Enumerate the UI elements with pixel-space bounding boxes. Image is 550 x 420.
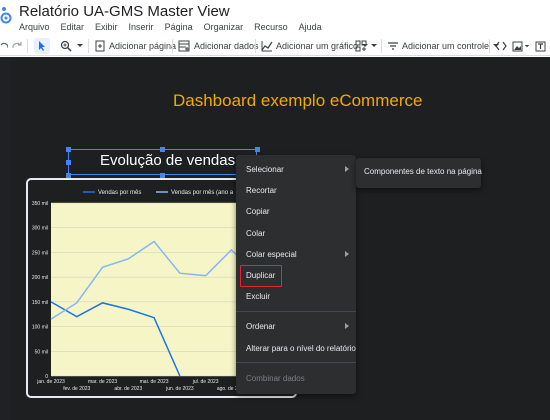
code-icon [495,41,507,51]
y-tick-label: 250 mil [32,250,48,256]
community-viz-icon [355,40,367,52]
menu-organizar[interactable]: Organizar [204,22,244,34]
undo-button[interactable] [0,38,8,54]
menu-recurso[interactable]: Recurso [254,22,288,34]
submenu-item-componentes-texto[interactable]: Componentes de texto na página [364,167,482,176]
menu-divider [236,362,356,363]
menu-item-label: Recortar [246,185,277,195]
text-box-icon [535,41,546,51]
menu-item-colar[interactable]: Colar [236,223,356,243]
chevron-down-icon [371,44,377,47]
add-page-icon [95,40,105,52]
x-tick-label: jun. de 2023 [165,386,194,392]
redo-icon [12,42,22,49]
menu-item-selecionar[interactable]: Selecionar [236,159,356,179]
toolbar-divider [489,39,490,53]
cursor-icon [39,41,45,51]
menu-arquivo[interactable]: Arquivo [19,22,50,34]
insert-image-button[interactable] [512,38,530,54]
undo-icon [0,42,8,49]
chevron-down-icon [77,44,83,47]
add-control-icon [388,42,398,50]
x-tick-label: fev. de 2023 [63,386,90,392]
menu-item-label: Ordenar [246,321,276,331]
select-tool-button[interactable] [34,38,50,54]
toolbar-divider [172,39,173,53]
menu-exibir[interactable]: Exibir [95,22,118,34]
menu-ajuda[interactable]: Ajuda [299,22,322,34]
embed-code-button[interactable] [495,38,507,54]
menu-bar: Arquivo Editar Exibir Inserir Página Org… [19,22,322,34]
title-bar: Relatório UA-GMS Master View Arquivo Edi… [0,0,550,36]
add-data-button[interactable]: Adicionar dados [178,38,259,54]
menu-item-label: Selecionar [246,164,284,174]
menu-item-excluir[interactable]: Excluir [236,286,356,306]
resize-handle[interactable] [255,147,260,152]
add-data-label: Adicionar dados [194,41,259,51]
y-tick-label: 50 mil [35,349,48,355]
menu-item-label: Colar [246,228,266,238]
toolbar-divider [381,39,382,53]
x-tick-label: mar. de 2023 [88,379,117,385]
x-tick-label: jul. de 2023 [192,379,219,385]
add-data-icon [178,40,190,52]
text-box-button[interactable] [535,38,546,54]
duplicar-highlight-box [240,265,282,287]
dashboard-title[interactable]: Dashboard exemplo eCommerce [173,91,422,111]
submenu-arrow-icon [345,323,349,329]
add-chart-button[interactable]: Adicionar um gráfico [261,38,369,54]
submenu-selecionar: Componentes de texto na página [356,158,482,188]
add-control-label: Adicionar um controle [402,41,490,51]
looker-studio-logo-icon[interactable] [0,6,12,24]
zoom-icon [60,40,72,52]
submenu-arrow-icon [345,251,349,257]
submenu-arrow-icon [345,166,349,172]
resize-handle[interactable] [66,160,71,165]
menu-item-label: Combinar dados [246,373,305,383]
chevron-down-icon [524,44,530,47]
menu-item-label: Alterar para o nível do relatório [246,343,356,353]
y-tick-label: 350 mil [32,201,48,207]
menu-item-alterar-nivel-relatorio[interactable]: Alterar para o nível do relatório [236,338,356,358]
menu-item-label: Copiar [246,206,270,216]
menu-item-colar-especial[interactable]: Colar especial [236,244,356,264]
menu-item-ordenar[interactable]: Ordenar [236,316,356,336]
toolbar-divider [255,39,256,53]
redo-button[interactable] [12,38,22,54]
document-title[interactable]: Relatório UA-GMS Master View [19,3,230,20]
toolbar-divider [27,39,28,53]
add-chart-icon [261,41,273,52]
y-tick-label: 300 mil [32,226,48,232]
menu-inserir[interactable]: Inserir [129,22,154,34]
y-tick-label: 100 mil [32,325,48,331]
community-visualizations-button[interactable] [355,38,378,54]
menu-pagina[interactable]: Página [165,22,193,34]
menu-item-label: Colar especial [246,249,297,259]
menu-divider [236,311,356,312]
menu-item-label: Excluir [246,291,271,301]
x-tick-label: jan. de 2023 [36,379,65,385]
chart-title[interactable]: Evolução de vendas [100,152,235,169]
image-icon [512,41,523,51]
toolbar: Adicionar página Adicionar dados Adicion… [0,36,550,56]
add-control-button[interactable]: Adicionar um controle [387,38,500,54]
legend-label: Vendas por mês (ano a [171,190,234,196]
x-tick-label: abr. de 2023 [114,386,142,392]
x-tick-label: mai. de 2023 [140,379,169,385]
legend-label: Vendas por mês [98,190,141,196]
add-chart-label: Adicionar um gráfico [276,41,359,51]
menu-item-copiar[interactable]: Copiar [236,201,356,221]
menu-editar[interactable]: Editar [61,22,85,34]
menu-item-combinar-dados: Combinar dados [236,368,356,388]
add-page-button[interactable]: Adicionar página [95,38,176,54]
zoom-button[interactable] [60,38,84,54]
y-tick-label: 200 mil [32,275,48,281]
y-tick-label: 150 mil [32,300,48,306]
add-page-label: Adicionar página [109,41,177,51]
resize-handle[interactable] [66,147,71,152]
menu-item-recortar[interactable]: Recortar [236,180,356,200]
toolbar-divider [88,39,89,53]
report-editor: Relatório UA-GMS Master View Arquivo Edi… [0,0,550,420]
